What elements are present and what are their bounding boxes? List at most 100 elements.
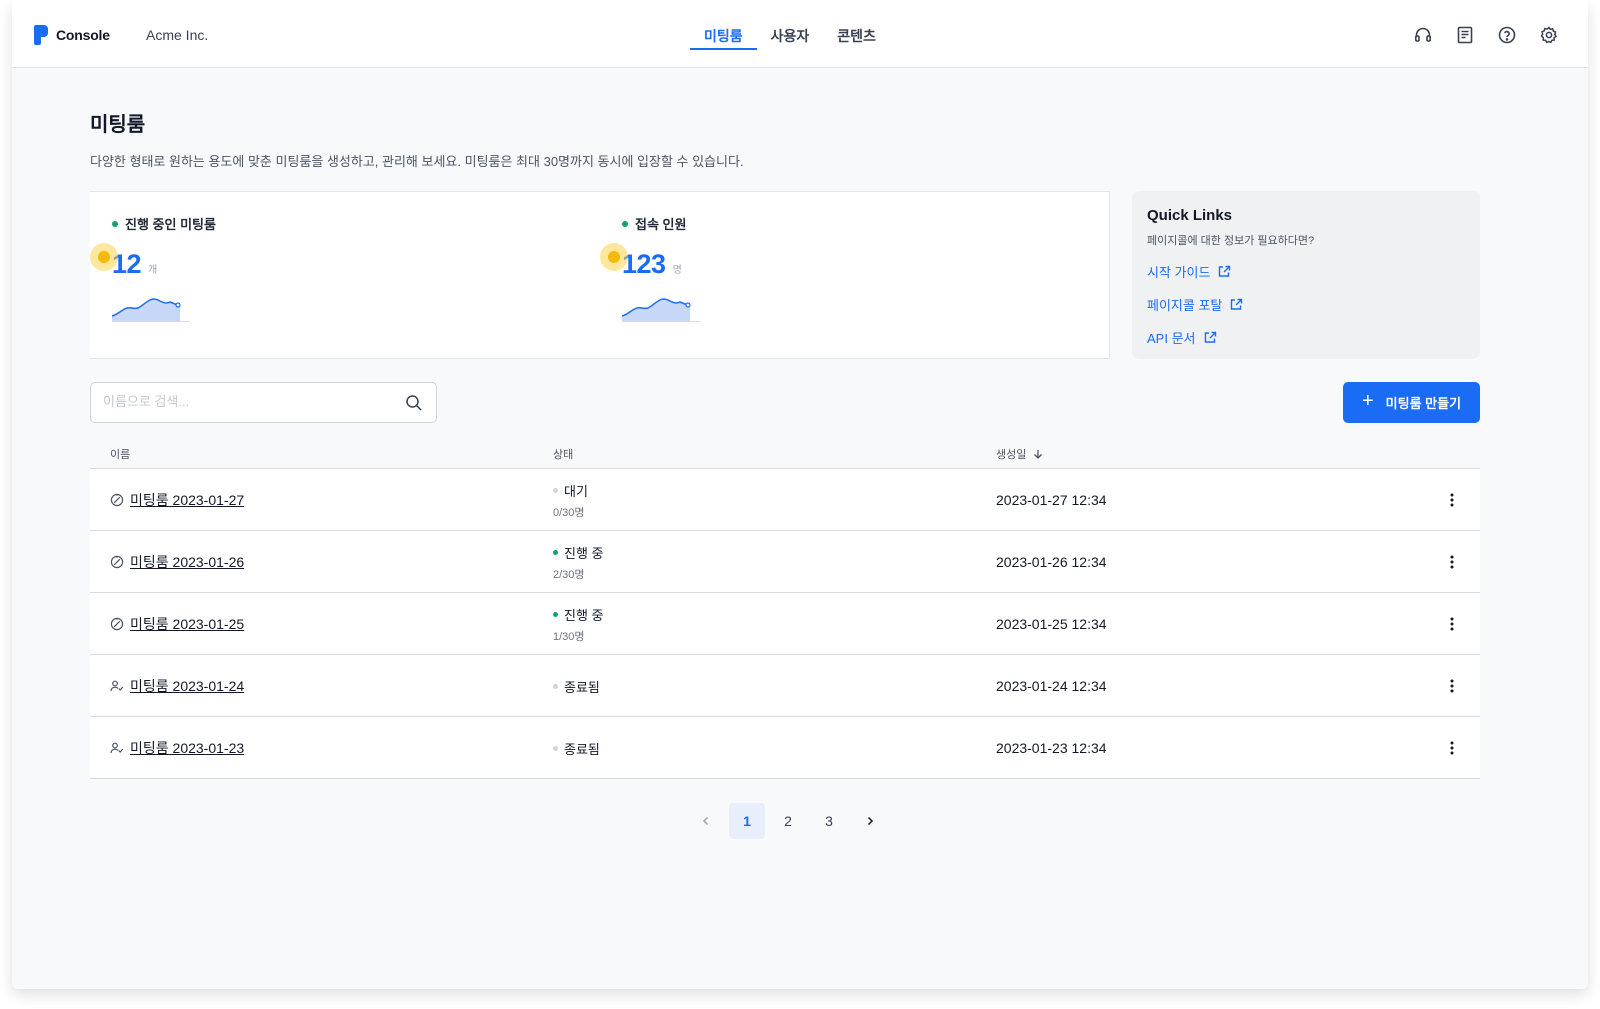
- more-options-icon[interactable]: [1442, 675, 1462, 697]
- cell-name: 미팅룸 2023-01-23: [110, 717, 244, 779]
- next-page-button[interactable]: [852, 803, 888, 839]
- settings-icon[interactable]: [1538, 24, 1560, 46]
- cell-created-date: 2023-01-25 12:34: [996, 616, 1107, 632]
- quick-link-label: API 문서: [1147, 331, 1196, 346]
- highlight-marker-icon: [600, 243, 628, 271]
- prev-page-button[interactable]: [688, 803, 724, 839]
- search-input[interactable]: [103, 394, 393, 409]
- cell-created-date: 2023-01-24 12:34: [996, 678, 1107, 694]
- page-button-2[interactable]: 2: [770, 803, 806, 839]
- sort-down-icon: [1034, 450, 1043, 459]
- chevron-right-icon: [867, 816, 874, 826]
- external-link-icon: [1231, 298, 1243, 310]
- page-button-1[interactable]: 1: [729, 803, 765, 839]
- status-dot-icon: [553, 683, 558, 689]
- cell-name: 미팅룸 2023-01-27: [110, 469, 244, 531]
- top-navigation: Console Acme Inc. 미팅룸 사용자 콘텐츠: [12, 0, 1588, 68]
- tab-meeting-rooms[interactable]: 미팅룸: [690, 0, 757, 50]
- nav-icon-group: [1392, 24, 1560, 46]
- meeting-room-link[interactable]: 미팅룸 2023-01-24: [130, 676, 244, 696]
- quick-link-api-docs[interactable]: API 문서: [1147, 328, 1465, 347]
- table-row[interactable]: 미팅룸 2023-01-27 대기 0/30명 2023-01-27 12:34: [90, 469, 1480, 531]
- brand[interactable]: Console: [34, 25, 110, 45]
- brand-logo-icon: [34, 25, 48, 45]
- main-tabs: 미팅룸 사용자 콘텐츠: [690, 0, 904, 68]
- org-name[interactable]: Acme Inc.: [146, 27, 208, 43]
- cell-name: 미팅룸 2023-01-25: [110, 593, 244, 655]
- table-row[interactable]: 미팅룸 2023-01-25 진행 중 1/30명 2023-01-25 12:34: [90, 593, 1480, 655]
- more-options-icon[interactable]: [1442, 551, 1462, 573]
- cell-status: 종료됨: [553, 655, 600, 717]
- pagination: 1 2 3: [688, 803, 893, 839]
- participant-count: 2/30명: [553, 568, 585, 581]
- table-row[interactable]: 미팅룸 2023-01-26 진행 중 2/30명 2023-01-26 12:34: [90, 531, 1480, 593]
- help-icon[interactable]: [1496, 24, 1518, 46]
- meeting-room-link[interactable]: 미팅룸 2023-01-25: [130, 614, 244, 634]
- stats-card: 진행 중인 미팅룸 12 개 접속 인원 123 명: [90, 191, 1110, 359]
- stat-label: 접속 인원: [635, 217, 687, 232]
- stat-label: 진행 중인 미팅룸: [125, 217, 216, 232]
- cell-name: 미팅룸 2023-01-24: [110, 655, 244, 717]
- create-button-label: 미팅룸 만들기: [1385, 396, 1462, 411]
- tab-users[interactable]: 사용자: [771, 0, 810, 50]
- more-options-icon[interactable]: [1442, 737, 1462, 759]
- participant-count: 0/30명: [553, 506, 585, 519]
- table-header: 이름 상태 생성일: [90, 440, 1480, 469]
- brand-name: Console: [56, 27, 110, 43]
- status-label: 진행 중: [564, 607, 604, 623]
- status-dot-icon: [553, 611, 558, 617]
- cell-status: 종료됨: [553, 717, 600, 779]
- user-check-icon: [110, 741, 124, 755]
- cell-name: 미팅룸 2023-01-26: [110, 531, 244, 593]
- timer-icon: [110, 555, 124, 569]
- timer-icon: [110, 493, 124, 507]
- page-description: 다양한 형태로 원하는 용도에 맞춘 미팅룸을 생성하고, 관리해 보세요. 미…: [90, 154, 744, 169]
- quick-link-start-guide[interactable]: 시작 가이드: [1147, 262, 1465, 281]
- page-button-3[interactable]: 3: [811, 803, 847, 839]
- status-dot-icon: [553, 745, 558, 751]
- column-header-name[interactable]: 이름: [110, 446, 130, 462]
- meeting-room-link[interactable]: 미팅룸 2023-01-27: [130, 490, 244, 510]
- external-link-icon: [1204, 331, 1216, 343]
- external-link-icon: [1219, 265, 1231, 277]
- cell-status: 대기 0/30명: [553, 469, 588, 531]
- plus-icon: +: [1361, 390, 1374, 412]
- highlight-marker-icon: [90, 243, 118, 271]
- meeting-room-link[interactable]: 미팅룸 2023-01-26: [130, 552, 244, 572]
- create-meeting-room-button[interactable]: + 미팅룸 만들기: [1343, 382, 1480, 423]
- more-options-icon[interactable]: [1442, 613, 1462, 635]
- timer-icon: [110, 617, 124, 631]
- sparkline-icon: [111, 298, 190, 322]
- chevron-left-icon: [702, 816, 709, 826]
- status-dot-icon: [553, 549, 558, 555]
- quick-links-subtitle: 페이지콜에 대한 정보가 필요하다면?: [1147, 235, 1315, 247]
- participant-count: 1/30명: [553, 630, 585, 643]
- meeting-rooms-table: 이름 상태 생성일 미팅룸 2023-01-27 대기 0/30명 2023-01-2…: [90, 440, 1480, 779]
- status-label: 종료됨: [564, 741, 600, 757]
- table-row[interactable]: 미팅룸 2023-01-23 종료됨 2023-01-23 12:34: [90, 717, 1480, 779]
- table-row[interactable]: 미팅룸 2023-01-24 종료됨 2023-01-24 12:34: [90, 655, 1480, 717]
- column-header-created[interactable]: 생성일: [996, 446, 1044, 462]
- stat-unit: 명: [672, 265, 682, 276]
- column-header-status[interactable]: 상태: [553, 446, 573, 462]
- cell-created-date: 2023-01-23 12:34: [996, 740, 1107, 756]
- meeting-room-link[interactable]: 미팅룸 2023-01-23: [130, 738, 244, 758]
- tab-contents[interactable]: 콘텐츠: [837, 0, 876, 50]
- stat-connected-users: 접속 인원 123 명: [600, 214, 700, 327]
- document-icon[interactable]: [1454, 24, 1476, 46]
- stat-active-rooms: 진행 중인 미팅룸 12 개: [90, 214, 216, 327]
- cell-status: 진행 중 1/30명: [553, 593, 604, 655]
- quick-link-label: 시작 가이드: [1147, 265, 1211, 280]
- status-label: 종료됨: [564, 679, 600, 695]
- cell-status: 진행 중 2/30명: [553, 531, 604, 593]
- quick-link-label: 페이지콜 포탈: [1147, 298, 1223, 313]
- status-dot-icon: [553, 487, 558, 493]
- quick-link-portal[interactable]: 페이지콜 포탈: [1147, 295, 1465, 314]
- more-options-icon[interactable]: [1442, 489, 1462, 511]
- quick-links-panel: Quick Links 페이지콜에 대한 정보가 필요하다면? 시작 가이드 페…: [1132, 191, 1480, 359]
- headset-icon[interactable]: [1412, 24, 1434, 46]
- status-label: 진행 중: [564, 545, 604, 561]
- column-header-label: 생성일: [996, 449, 1027, 461]
- search-icon[interactable]: [405, 394, 423, 412]
- stat-unit: 개: [148, 265, 158, 276]
